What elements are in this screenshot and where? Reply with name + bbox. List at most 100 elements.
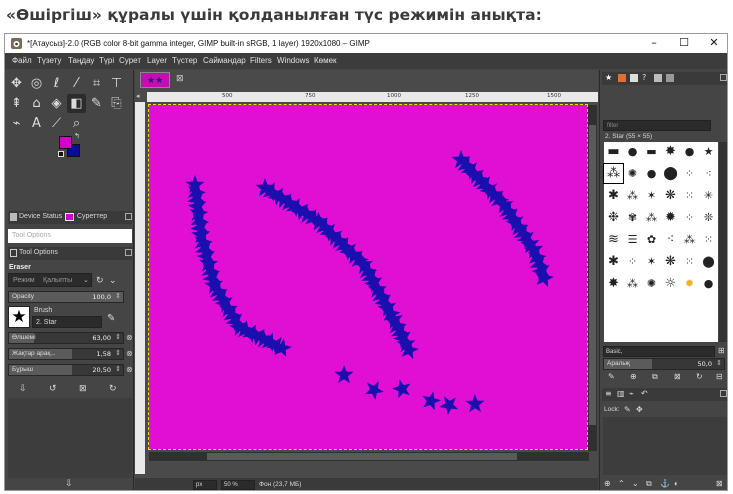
- unit-select[interactable]: px: [193, 480, 217, 490]
- lock-pixels-icon[interactable]: ✎: [624, 405, 631, 414]
- brush-thumbnail[interactable]: ☰: [623, 230, 642, 249]
- canvas-menu-icon[interactable]: ◂: [136, 92, 140, 100]
- menu-select[interactable]: Таңдау: [68, 56, 94, 65]
- brush-thumbnail[interactable]: ✶: [642, 252, 661, 271]
- tab-menu-icon[interactable]: [720, 74, 727, 81]
- brushes-tab-icon[interactable]: ★: [605, 73, 612, 82]
- lock-position-icon[interactable]: ✥: [636, 405, 643, 414]
- menu-image[interactable]: Сурет: [119, 56, 141, 65]
- brush-thumbnail[interactable]: ❋: [661, 186, 680, 205]
- menu-windows[interactable]: Windows: [277, 56, 309, 65]
- paint-bucket-icon[interactable]: ◈: [47, 94, 66, 113]
- raise-layer-icon[interactable]: ⌃: [618, 479, 625, 488]
- cage-icon[interactable]: ⌂: [27, 94, 46, 113]
- brush-thumbnail[interactable]: ⁂: [623, 274, 642, 293]
- size-slider[interactable]: Өлшемі 63,00 ⇕: [8, 332, 124, 344]
- brush-thumbnail[interactable]: ✹: [680, 274, 699, 293]
- open-brush-icon[interactable]: ⊟: [716, 372, 723, 381]
- tool-options-search[interactable]: Tool Options: [8, 229, 132, 243]
- horizontal-scrollbar[interactable]: [149, 452, 589, 461]
- brush-thumbnail[interactable]: ⁖: [661, 230, 680, 249]
- brush-thumbnail[interactable]: ✺: [642, 274, 661, 293]
- brush-thumbnail[interactable]: ❊: [699, 208, 718, 227]
- minimize-button[interactable]: –: [643, 36, 665, 49]
- brush-thumbnail[interactable]: ✾: [623, 208, 642, 227]
- close-button[interactable]: ✕: [703, 36, 725, 49]
- brush-thumbnail[interactable]: ⁙: [680, 186, 699, 205]
- delete-options-icon[interactable]: ⊠: [79, 383, 87, 394]
- brush-filter-input[interactable]: filter: [603, 120, 711, 131]
- lower-layer-icon[interactable]: ⌄: [632, 479, 639, 488]
- eraser-tool-icon[interactable]: ◧: [67, 94, 86, 113]
- brush-thumbnail[interactable]: ⁘: [623, 252, 642, 271]
- edit-brush-icon[interactable]: ✎: [107, 313, 115, 324]
- paths-icon[interactable]: ⌁: [7, 114, 26, 133]
- brush-thumbnail[interactable]: ✸: [661, 142, 680, 161]
- restore-options-icon[interactable]: ↺: [49, 383, 57, 394]
- brush-thumbnail[interactable]: ✿: [642, 230, 661, 249]
- tab-menu-icon[interactable]: [125, 249, 132, 256]
- save-options-icon[interactable]: ⇩: [19, 383, 27, 394]
- brush-thumbnail[interactable]: ▬: [604, 142, 623, 161]
- image-tab-thumbnail[interactable]: ★★: [140, 72, 170, 88]
- reset-options-icon[interactable]: ↻: [109, 383, 117, 394]
- brush-thumbnail[interactable]: ✹: [661, 208, 680, 227]
- delete-brush-icon[interactable]: ⊠: [674, 372, 681, 381]
- delete-layer-icon[interactable]: ⊠: [716, 479, 723, 488]
- paths-tab-icon[interactable]: ⌁: [629, 389, 634, 398]
- color-picker-icon[interactable]: ⟋: [47, 114, 66, 133]
- menu-help[interactable]: Көмек: [314, 56, 337, 65]
- dock-save-icon[interactable]: ⇩: [65, 478, 73, 489]
- brush-thumbnail[interactable]: ⁙: [680, 252, 699, 271]
- brush-thumbnail[interactable]: ●: [642, 164, 661, 183]
- brush-thumbnail[interactable]: ✳: [699, 186, 718, 205]
- brush-thumbnail[interactable]: ✱: [604, 186, 623, 205]
- tab-tool-options[interactable]: Tool Options: [19, 249, 58, 256]
- help-tab-icon[interactable]: ?: [642, 73, 646, 82]
- anchor-layer-icon[interactable]: ⚓: [660, 479, 670, 488]
- maximize-button[interactable]: ☐: [673, 36, 695, 49]
- tab-device-status[interactable]: Device Status: [19, 213, 62, 220]
- brush-thumbnail[interactable]: ✺: [623, 164, 642, 183]
- edit-brush-icon[interactable]: ✎: [608, 372, 615, 381]
- brush-thumbnail[interactable]: ⁖: [699, 164, 718, 183]
- brush-thumbnail[interactable]: ✸: [604, 274, 623, 293]
- new-layer-icon[interactable]: ⊕: [604, 479, 611, 488]
- brush-thumbnail[interactable]: ⁂: [680, 230, 699, 249]
- brush-thumbnail[interactable]: ❉: [604, 208, 623, 227]
- opacity-slider[interactable]: Opacity 100,0 ⇕: [8, 291, 124, 303]
- brush-thumbnail[interactable]: ❋: [661, 252, 680, 271]
- free-select-icon[interactable]: ℓ: [47, 74, 66, 93]
- brush-thumbnail[interactable]: ⬤: [699, 252, 718, 271]
- brush-thumbnail[interactable]: ●: [623, 142, 642, 161]
- brush-thumbnail[interactable]: ●: [699, 274, 718, 293]
- ellipse-select-icon[interactable]: ◎: [27, 74, 46, 93]
- channels-tab-icon[interactable]: ▥: [617, 389, 625, 398]
- mode-select[interactable]: Режим Қалыпты ⌄: [8, 273, 92, 287]
- reset-colors-icon[interactable]: [58, 151, 64, 157]
- angle-slider[interactable]: Бұрыш 20,50 ⇕: [8, 364, 124, 376]
- layers-tab-icon[interactable]: ≡: [605, 389, 612, 398]
- swap-colors-icon[interactable]: ↰: [74, 132, 80, 140]
- aspect-ratio-slider[interactable]: Жақтар арақ... 1,58 ⇕: [8, 348, 124, 360]
- zoom-icon[interactable]: ⌕: [67, 114, 86, 133]
- reset-size-icon[interactable]: ⊗: [126, 333, 133, 342]
- text-tool-icon[interactable]: A: [27, 114, 46, 133]
- reset-mode-icon[interactable]: ↻: [96, 275, 104, 286]
- undo-tab-icon[interactable]: ↶: [641, 389, 648, 398]
- mask-layer-icon[interactable]: ◐: [674, 479, 679, 488]
- tab-menu-icon[interactable]: [125, 213, 132, 220]
- tab-images[interactable]: Суреттер: [77, 213, 107, 220]
- zoom-select[interactable]: 50 %: [221, 480, 255, 490]
- brush-thumbnail[interactable]: ⁙: [699, 230, 718, 249]
- brush-thumbnail[interactable]: ☼: [661, 274, 680, 293]
- warp-icon[interactable]: ⇞: [7, 94, 26, 113]
- crop-icon[interactable]: ⌗: [87, 74, 106, 93]
- fonts-tab-icon[interactable]: [630, 74, 638, 82]
- clone-icon[interactable]: ⎘: [107, 94, 126, 113]
- paintbrush-icon[interactable]: ✎: [87, 94, 106, 113]
- brush-thumbnail[interactable]: ⬤: [661, 164, 680, 183]
- brush-thumbnail[interactable]: ✶: [642, 186, 661, 205]
- brush-thumbnail[interactable]: ≋: [604, 230, 623, 249]
- foreground-color-swatch[interactable]: [59, 136, 72, 149]
